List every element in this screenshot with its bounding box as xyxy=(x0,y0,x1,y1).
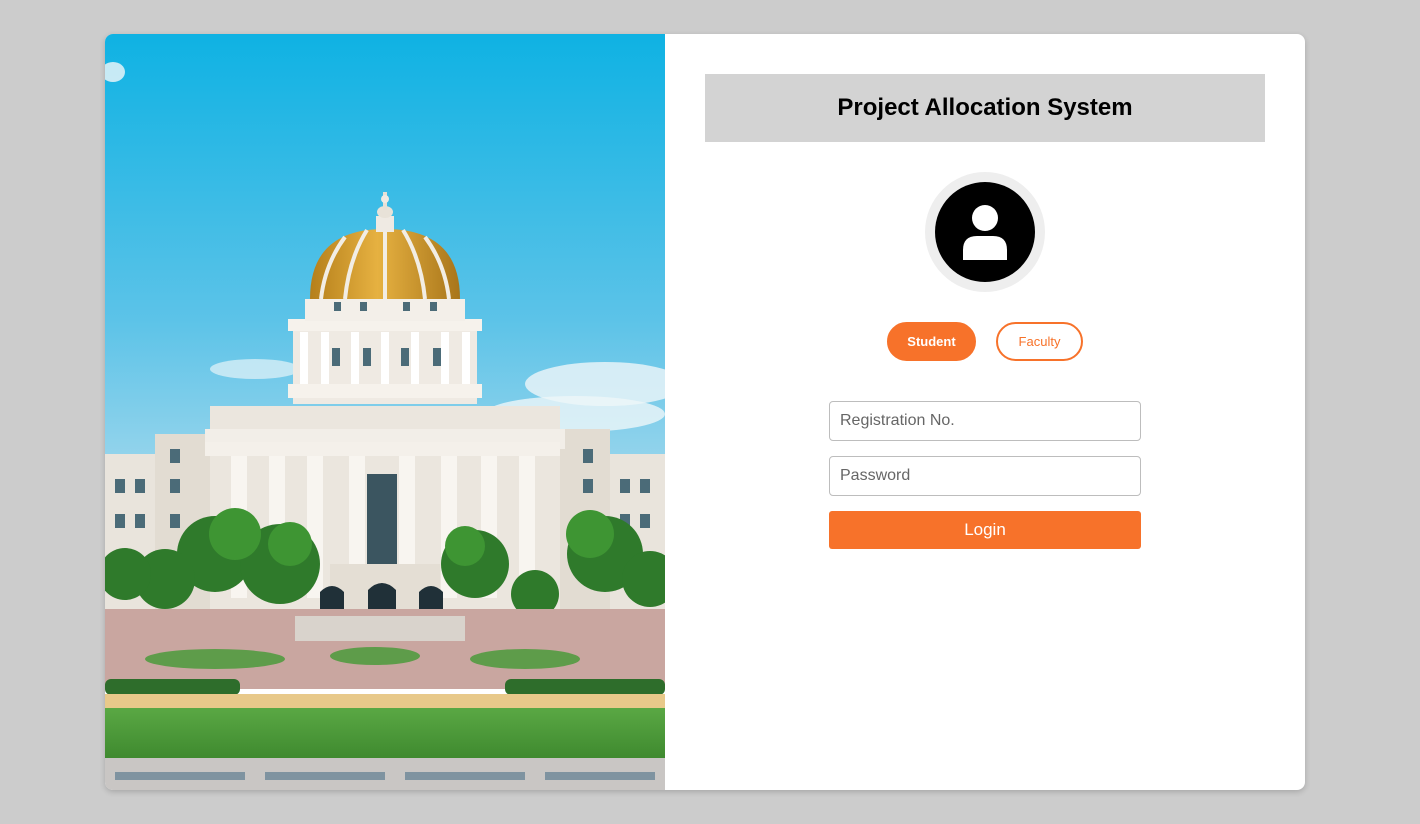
page-title: Project Allocation System xyxy=(837,94,1133,121)
campus-photo xyxy=(105,34,665,790)
student-role-button[interactable]: Student xyxy=(887,322,976,361)
avatar-disc xyxy=(935,182,1035,282)
login-card: Project Allocation System Student Facult… xyxy=(105,34,1305,790)
title-bar: Project Allocation System xyxy=(705,74,1265,142)
faculty-role-button[interactable]: Faculty xyxy=(996,322,1083,361)
login-button[interactable]: Login xyxy=(829,511,1141,549)
campus-building-image xyxy=(105,34,665,790)
user-avatar-icon xyxy=(963,205,1007,260)
login-form-panel: Project Allocation System Student Facult… xyxy=(665,34,1305,790)
registration-number-input[interactable] xyxy=(829,401,1141,441)
avatar xyxy=(925,172,1045,292)
password-input[interactable] xyxy=(829,456,1141,496)
